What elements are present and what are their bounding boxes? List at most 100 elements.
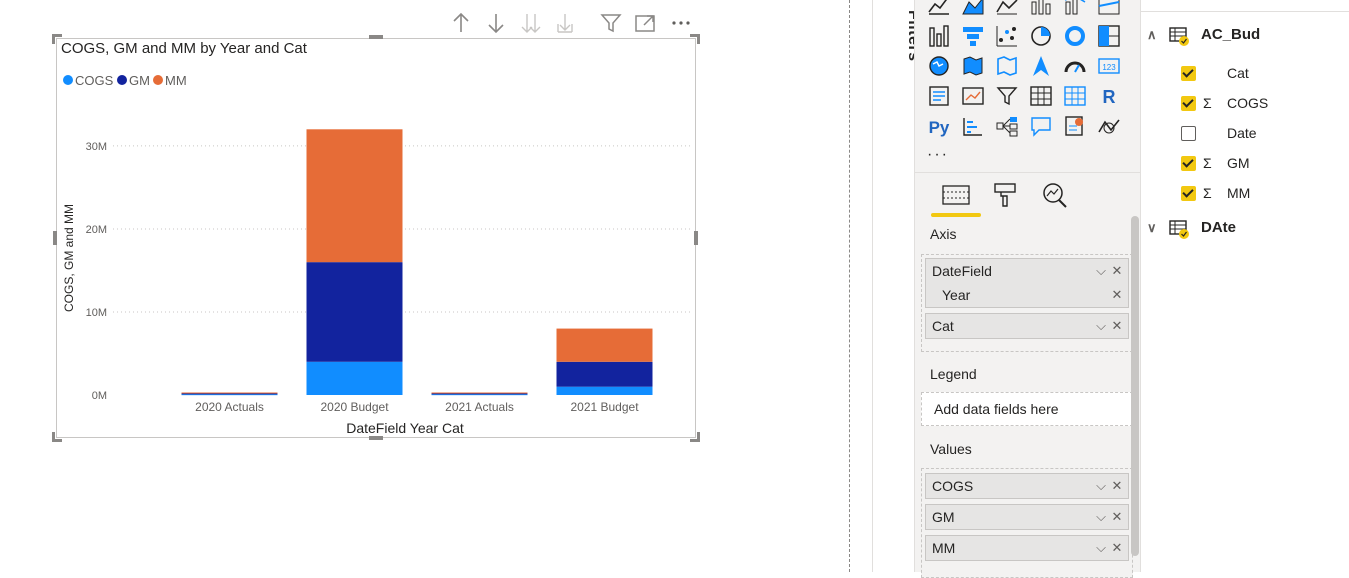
sigma-icon: Σ (1203, 155, 1212, 171)
bar-segment-mm (181, 392, 278, 394)
decomposition-tree-type-icon[interactable] (995, 114, 1019, 138)
remove-field-icon[interactable]: ✕ (1109, 505, 1125, 529)
qna-type-icon[interactable] (1029, 114, 1053, 138)
pill-actions: ⌵ ✕ (1093, 536, 1125, 560)
table-name: DAte (1201, 219, 1237, 236)
report-canvas[interactable]: COGS, GM and MM by Year and Cat COGS GM MM… (0, 0, 850, 572)
resize-handle-top[interactable] (369, 35, 383, 39)
more-visuals-button[interactable]: ··· (927, 146, 949, 164)
canvas-divider (849, 0, 850, 572)
expand-next-level-icon[interactable] (552, 10, 578, 36)
resize-handle-bottom[interactable] (369, 436, 383, 440)
y-tick-label: 30M (86, 141, 107, 153)
analytics-tab[interactable] (1039, 180, 1073, 210)
remove-subfield-icon[interactable]: ✕ (1109, 283, 1125, 307)
remove-field-icon[interactable]: ✕ (1109, 314, 1125, 338)
stacked-column-chart-visual[interactable]: COGS, GM and MM by Year and Cat COGS GM MM… (56, 38, 696, 438)
field-name: GM (1227, 155, 1250, 171)
field-checkbox[interactable] (1181, 186, 1196, 201)
values-field-name: COGS (932, 478, 974, 494)
chevron-down-icon[interactable]: ⌵ (1093, 259, 1109, 283)
funnel-chart-type-icon[interactable] (961, 24, 985, 48)
multi-row-card-type-icon[interactable] (927, 84, 951, 108)
filter-icon[interactable] (598, 10, 624, 36)
matrix-type-icon[interactable] (1063, 84, 1087, 108)
card-type-icon[interactable]: 123 (1097, 54, 1121, 78)
legend-label: MM (165, 73, 187, 88)
wells-scrollbar[interactable] (1131, 216, 1139, 556)
axis-well-label: Axis (930, 226, 957, 242)
axis-well[interactable]: DateField ⌵ ✕ Year ✕ Cat ⌵ ✕ (921, 254, 1133, 352)
values-field-pill-cogs[interactable]: COGS ⌵ ✕ (925, 473, 1129, 499)
stacked-area-chart-type-icon[interactable] (995, 0, 1019, 16)
x-tick-label: 2021 Actuals (445, 400, 514, 414)
slicer-type-icon[interactable] (995, 84, 1019, 108)
table-icon (1169, 26, 1189, 54)
gauge-type-icon[interactable] (1063, 54, 1087, 78)
resize-handle-left[interactable] (53, 231, 57, 245)
legend-well-label: Legend (930, 366, 977, 382)
chevron-down-icon[interactable]: ⌵ (1093, 314, 1109, 338)
filters-pane-collapsed[interactable] (872, 0, 914, 572)
svg-text:Py: Py (929, 118, 950, 137)
kpi-type-icon[interactable] (961, 84, 985, 108)
field-checkbox[interactable] (1181, 156, 1196, 171)
line-clustered-column-type-icon[interactable] (1029, 0, 1053, 16)
format-tab[interactable] (989, 180, 1023, 210)
field-checkbox[interactable] (1181, 96, 1196, 111)
more-options-icon[interactable] (668, 10, 694, 36)
drill-down-icon[interactable] (483, 10, 509, 36)
pill-actions: ⌵ ✕ (1093, 259, 1125, 283)
chevron-down-icon[interactable]: ⌵ (1093, 505, 1109, 529)
chevron-up-icon[interactable]: ∧ (1147, 23, 1157, 47)
smart-narrative-type-icon[interactable] (1063, 114, 1087, 138)
axis-subfield-name: Year (942, 287, 971, 303)
donut-chart-type-icon[interactable] (1063, 24, 1087, 48)
map-type-icon[interactable] (927, 54, 951, 78)
values-well[interactable]: COGS ⌵ ✕ GM ⌵ ✕ MM ⌵ ✕ (921, 468, 1133, 578)
y-tick-label: 20M (86, 224, 107, 236)
fields-tab[interactable] (939, 180, 973, 210)
filled-map-type-icon[interactable] (961, 54, 985, 78)
remove-field-icon[interactable]: ✕ (1109, 536, 1125, 560)
legend-well-dropzone[interactable]: Add data fields here (921, 392, 1133, 426)
axis-field-pill-datefield[interactable]: DateField ⌵ ✕ Year ✕ (925, 258, 1129, 308)
chevron-down-icon[interactable]: ⌵ (1093, 536, 1109, 560)
chevron-down-icon[interactable]: ∨ (1147, 216, 1157, 240)
expand-all-icon[interactable] (518, 10, 544, 36)
resize-handle-top-right[interactable] (690, 34, 700, 44)
ribbon-chart-type-icon[interactable] (1097, 0, 1121, 16)
paginated-report-type-icon[interactable] (1097, 114, 1121, 138)
key-influencers-type-icon[interactable] (961, 114, 985, 138)
chevron-down-icon[interactable]: ⌵ (1093, 474, 1109, 498)
line-stacked-column-type-icon[interactable] (1063, 0, 1087, 16)
python-visual-type-icon[interactable]: Py (927, 114, 951, 138)
scatter-chart-type-icon[interactable] (995, 24, 1019, 48)
values-field-pill-gm[interactable]: GM ⌵ ✕ (925, 504, 1129, 530)
focus-mode-icon[interactable] (632, 10, 658, 36)
treemap-type-icon[interactable] (1097, 24, 1121, 48)
values-field-pill-mm[interactable]: MM ⌵ ✕ (925, 535, 1129, 561)
table-type-icon[interactable] (1029, 84, 1053, 108)
area-chart-type-icon[interactable] (961, 0, 985, 16)
r-visual-type-icon[interactable]: R (1097, 84, 1121, 108)
resize-handle-bottom-right[interactable] (690, 432, 700, 442)
azure-map-type-icon[interactable] (1029, 54, 1053, 78)
axis-field-pill-cat[interactable]: Cat ⌵ ✕ (925, 313, 1129, 339)
values-well-label: Values (930, 441, 972, 457)
remove-field-icon[interactable]: ✕ (1109, 474, 1125, 498)
shape-map-type-icon[interactable] (995, 54, 1019, 78)
y-tick-label: 10M (86, 307, 107, 319)
field-checkbox[interactable] (1181, 126, 1196, 141)
resize-handle-top-left[interactable] (52, 34, 62, 44)
pie-chart-type-icon[interactable] (1029, 24, 1053, 48)
waterfall-chart-type-icon[interactable] (927, 24, 951, 48)
remove-field-icon[interactable]: ✕ (1109, 259, 1125, 283)
drill-up-icon[interactable] (448, 10, 474, 36)
resize-handle-right[interactable] (694, 231, 698, 245)
table-icon (1169, 219, 1189, 247)
svg-text:R: R (1103, 87, 1116, 107)
line-chart-type-icon[interactable] (927, 0, 951, 16)
field-checkbox[interactable] (1181, 66, 1196, 81)
resize-handle-bottom-left[interactable] (52, 432, 62, 442)
